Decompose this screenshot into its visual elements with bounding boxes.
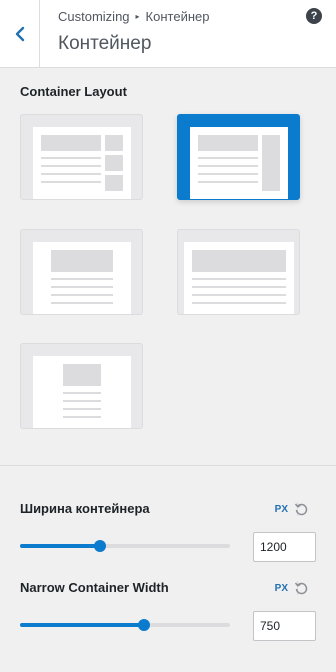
slider-fill: [20, 544, 100, 548]
panel-title: Контейнер: [58, 33, 152, 54]
narrow-width-input[interactable]: [253, 611, 316, 641]
breadcrumb-root: Customizing: [58, 9, 130, 24]
slider-thumb[interactable]: [137, 619, 150, 631]
container-width-unit[interactable]: PX: [275, 504, 288, 515]
layout-option-right-sidebar-boxed[interactable]: [177, 114, 300, 200]
slider-thumb[interactable]: [93, 540, 106, 552]
container-width-label: Ширина контейнера: [20, 501, 150, 516]
container-layout-label: Container Layout: [20, 84, 127, 99]
layout-option-narrow[interactable]: [20, 343, 143, 429]
panel-header: Customizing ▸ Контейнер Контейнер ?: [0, 0, 336, 68]
section-divider: [0, 465, 336, 466]
container-width-slider[interactable]: [20, 540, 230, 552]
narrow-width-slider[interactable]: [20, 619, 230, 631]
reset-icon[interactable]: [294, 581, 308, 595]
layout-full-width-boxed-icon: [33, 242, 131, 314]
layout-right-sidebar-boxed-icon: [190, 127, 288, 199]
layout-narrow-icon: [33, 356, 131, 428]
narrow-width-label: Narrow Container Width: [20, 580, 169, 595]
layout-full-width-wide-icon: [184, 242, 294, 314]
breadcrumb-current: Контейнер: [145, 9, 210, 24]
narrow-width-unit[interactable]: PX: [275, 583, 288, 594]
breadcrumb: Customizing ▸ Контейнер: [58, 9, 209, 24]
layout-option-full-width-wide[interactable]: [177, 229, 300, 315]
layout-option-full-width-boxed[interactable]: [20, 229, 143, 315]
breadcrumb-separator-icon: ▸: [135, 12, 140, 21]
reset-icon[interactable]: [294, 502, 308, 516]
layout-option-right-sidebar[interactable]: [20, 114, 143, 200]
layout-right-sidebar-icon: [33, 127, 131, 199]
help-icon[interactable]: ?: [306, 8, 322, 24]
slider-fill: [20, 623, 144, 627]
container-width-input[interactable]: [253, 532, 316, 562]
back-button[interactable]: [0, 0, 40, 67]
chevron-left-icon: [15, 26, 24, 41]
